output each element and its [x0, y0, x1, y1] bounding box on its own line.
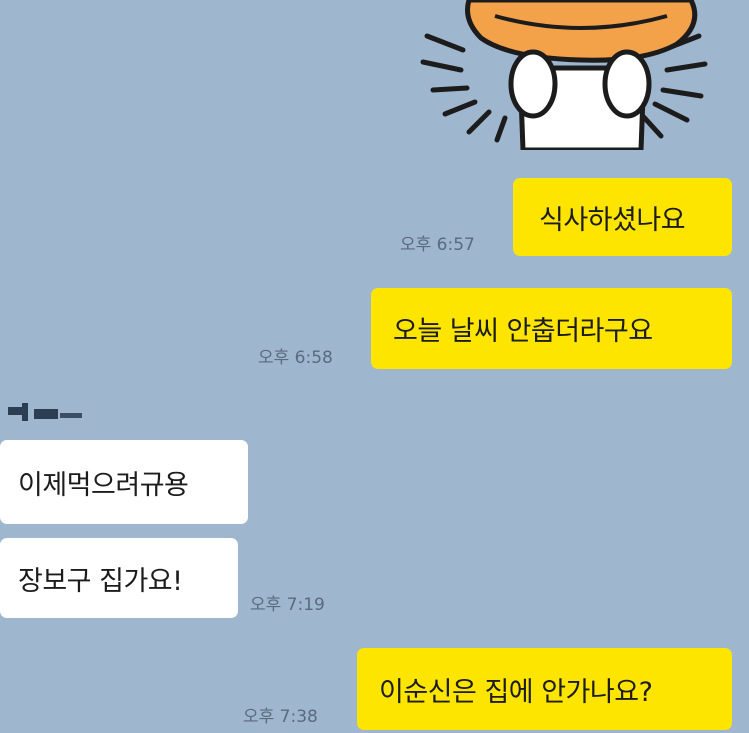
outgoing-message-bubble[interactable]: 이순신은 집에 안가나요? — [357, 648, 732, 730]
chat-area: 오후 6:57 식사하셨나요 오후 6:58 오늘 날씨 안춥더라구요 이제먹으… — [0, 0, 749, 733]
message-timestamp: 오후 7:19 — [250, 595, 325, 615]
sticker-icon[interactable] — [405, 0, 735, 150]
incoming-message-bubble[interactable]: 장보구 집가요! — [0, 538, 238, 618]
outgoing-message-bubble[interactable]: 식사하셨나요 — [513, 178, 732, 256]
outgoing-message-bubble[interactable]: 오늘 날씨 안춥더라구요 — [371, 288, 732, 369]
message-timestamp: 오후 7:38 — [243, 707, 318, 727]
sender-name — [8, 403, 82, 421]
incoming-message-bubble[interactable]: 이제먹으려규용 — [0, 440, 248, 524]
message-timestamp: 오후 6:58 — [258, 348, 333, 368]
message-timestamp: 오후 6:57 — [400, 235, 475, 255]
